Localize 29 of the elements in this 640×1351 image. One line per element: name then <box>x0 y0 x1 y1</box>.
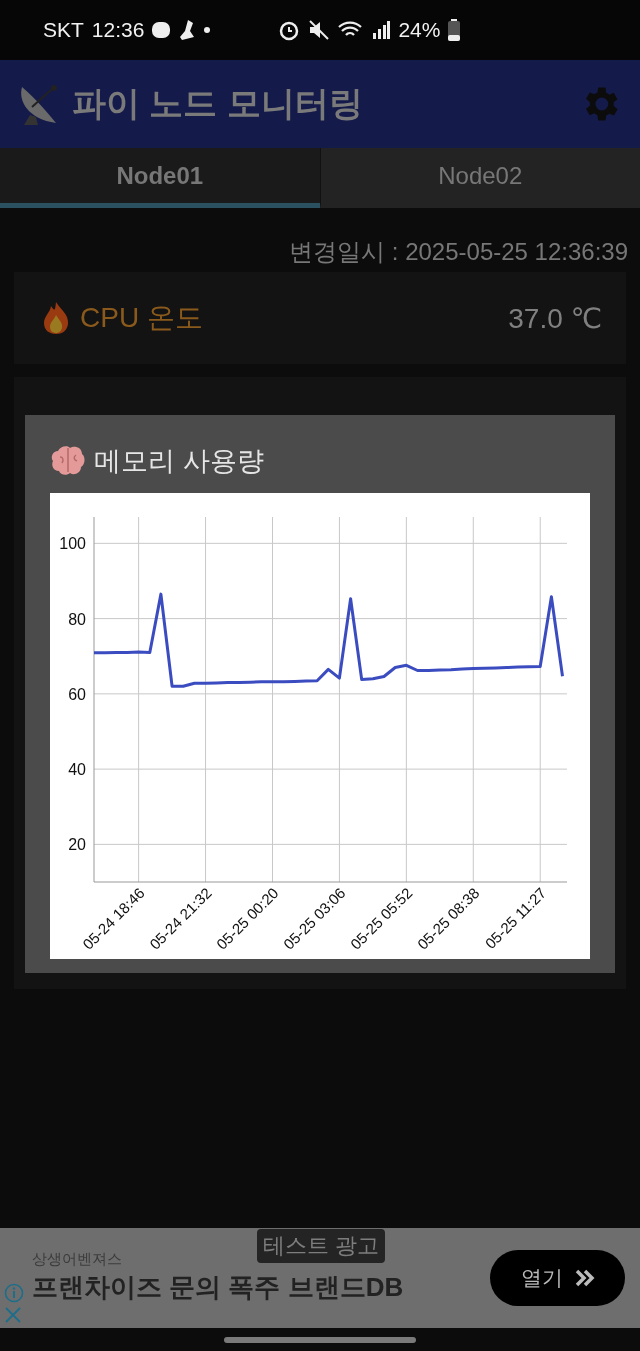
dialog-title: 메모리 사용량 <box>94 445 264 478</box>
info-icon[interactable] <box>4 1283 24 1303</box>
updated-time: 변경일시 : 2025-05-25 12:36:39 <box>288 237 629 267</box>
alarm-icon <box>278 19 301 41</box>
metric-value: 37.0 ℃ <box>508 301 602 335</box>
battery-text: 24% <box>398 18 441 42</box>
metric-label: CPU 온도 <box>80 301 204 335</box>
y-tick-label: 20 <box>68 836 86 854</box>
app-title: 파이 노드 모니터링 <box>72 83 364 124</box>
shoe-icon <box>178 19 197 41</box>
open-button[interactable]: 열기 <box>490 1250 625 1306</box>
battery-icon <box>448 19 461 41</box>
brain-icon <box>50 445 86 477</box>
y-tick-label: 60 <box>68 685 86 703</box>
home-indicator[interactable] <box>224 1337 416 1343</box>
mute-icon <box>308 19 331 41</box>
double-chevron-icon <box>574 1269 595 1287</box>
ad-headline: 프랜차이즈 문의 폭주 브랜드DB <box>32 1271 404 1304</box>
close-icon[interactable] <box>5 1307 21 1323</box>
node-tab[interactable]: Node02 <box>319 148 640 208</box>
node-tab[interactable]: Node01 <box>0 148 320 208</box>
carrier-text: SKT <box>43 18 84 42</box>
dot-icon <box>204 27 211 33</box>
test-ad-label: 테스트 광고 <box>257 1229 386 1263</box>
y-tick-label: 80 <box>68 610 86 628</box>
y-tick-label: 100 <box>59 535 86 553</box>
clock-text: 12:36 <box>91 18 145 42</box>
signal-icon <box>372 21 391 39</box>
y-tick-label: 40 <box>68 761 86 779</box>
